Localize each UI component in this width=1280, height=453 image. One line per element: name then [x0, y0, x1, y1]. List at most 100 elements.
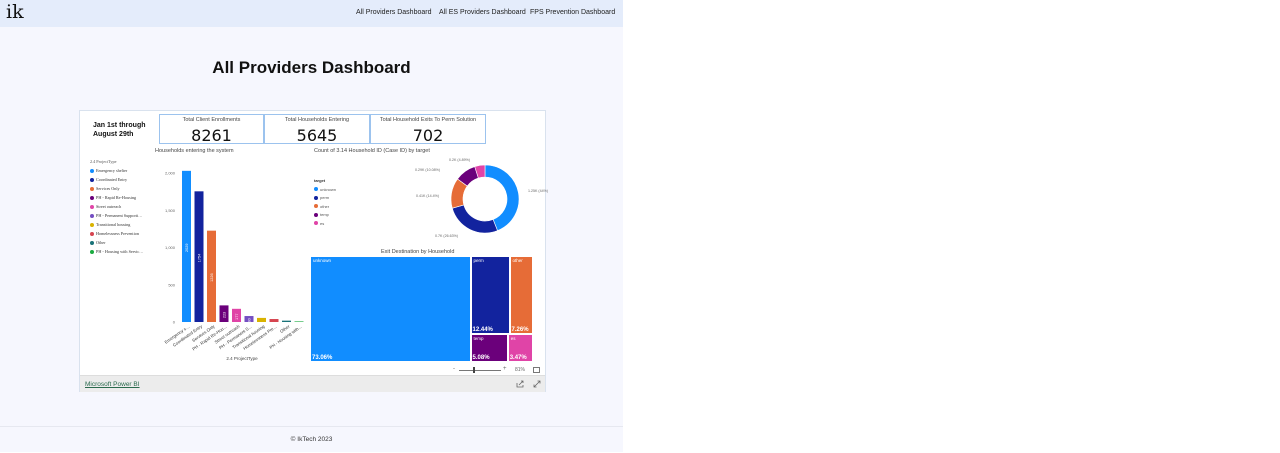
donut-chart-title: Count of 3.14 Household ID (Case ID) by …	[314, 148, 430, 154]
nav-link-all-providers[interactable]: All Providers Dashboard	[356, 9, 431, 16]
treemap-cell-label: temp	[473, 335, 484, 341]
treemap-cell-other[interactable]: other 7.26%	[510, 257, 532, 334]
nav-link-fps-prevention[interactable]: FPS Prevention Dashboard	[530, 9, 615, 16]
report-canvas: Jan 1st through August 29th Total Client…	[80, 111, 548, 366]
fit-to-page-icon[interactable]	[533, 367, 540, 373]
y-tick-label: 1,000	[165, 245, 176, 250]
legend-swatch	[90, 187, 94, 192]
bar	[257, 317, 266, 322]
bar-data-label: 2029	[185, 243, 189, 251]
project-legend-item[interactable]: Services Only	[90, 184, 143, 193]
kpi-card-perm-exits[interactable]: Total Household Exits To Perm Solution 7…	[370, 114, 486, 145]
bar	[269, 319, 279, 322]
bar	[282, 320, 291, 322]
project-legend-item[interactable]: Coordinated Entry	[90, 175, 143, 184]
kpi-value: 702	[412, 126, 444, 145]
project-legend-item[interactable]: PH - Rapid Re-Housing	[90, 193, 143, 202]
treemap-cell-label: perm	[473, 258, 484, 263]
date-range-text: Jan 1st through August 29th	[93, 121, 146, 139]
powerbi-link[interactable]: Microsoft Power BI	[85, 381, 140, 388]
y-tick-label: 500	[168, 282, 175, 287]
treemap-cell-label: other	[512, 258, 523, 263]
x-axis-title: 2.4 ProjectType	[226, 356, 258, 361]
zoom-slider-track[interactable]	[459, 370, 501, 371]
treemap-cell-percent: 73.06%	[312, 355, 333, 361]
donut-data-label: 0.41K (14.4%)	[416, 194, 439, 198]
legend-swatch	[90, 205, 94, 210]
top-navbar: ik All Providers Dashboard All ES Provid…	[0, 0, 623, 27]
legend-label: Other	[96, 240, 106, 245]
zoom-out-button[interactable]: -	[453, 366, 455, 372]
project-legend-item[interactable]: Homelessness Prevention	[90, 229, 143, 238]
zoom-in-button[interactable]: +	[503, 366, 507, 372]
treemap-cell-temp[interactable]: temp 5.08%	[471, 334, 508, 361]
bar-data-label: 223	[222, 312, 226, 318]
donut-data-label: 1.25K (44%)	[528, 189, 548, 193]
site-footer: © IkTech 2023	[0, 426, 623, 453]
y-tick-label: 1,500	[165, 208, 176, 213]
donut-data-label: 0.7K (26.63%)	[435, 234, 458, 238]
legend-title: 2.4 ProjectType	[90, 159, 117, 164]
project-legend-item[interactable]: Street outreach	[90, 202, 143, 211]
project-legend-item[interactable]: Other	[90, 238, 143, 247]
project-legend-item[interactable]: PH - Permanent Supporti…	[90, 211, 143, 220]
powerbi-footer-bar: Microsoft Power BI	[80, 375, 545, 392]
treemap-cell-label: es	[510, 335, 516, 341]
site-page: ik All Providers Dashboard All ES Provid…	[0, 0, 623, 452]
legend-swatch	[90, 169, 94, 174]
treemap-title: Exit Destination by Household	[381, 249, 455, 255]
legend-label: PH - Rapid Re-Housing	[96, 195, 137, 200]
site-logo[interactable]: ik	[6, 1, 24, 23]
copyright-text: © IkTech 2023	[290, 436, 333, 443]
zoom-bar: - + 81%	[80, 366, 545, 375]
exit-destination-treemap[interactable]: unknown 73.06% perm 12.44% other 7.26% temp 5.0…	[311, 257, 532, 361]
treemap-cell-es[interactable]: es 3.47%	[508, 334, 532, 361]
legend-swatch	[90, 223, 94, 228]
legend-label: Homelessness Prevention	[96, 231, 139, 236]
bar-data-label: 80	[247, 318, 251, 322]
legend-swatch	[90, 250, 94, 255]
kpi-card-client-enrollments[interactable]: Total Client Enrollments 8261	[159, 114, 264, 145]
legend-label: Street outreach	[96, 204, 122, 209]
legend-swatch	[90, 214, 94, 219]
kpi-card-households-entering[interactable]: Total Households Entering 5645	[264, 114, 370, 145]
legend-swatch	[90, 196, 94, 201]
donut-slice	[451, 204, 498, 234]
donut-chart[interactable]: 1.25K (44%) 0.7K (26.63%) 0.41K (14.4%) 0.2…	[310, 155, 548, 250]
share-icon[interactable]	[516, 380, 524, 388]
date-range-line-1: Jan 1st through	[93, 122, 146, 129]
kpi-label: Total Household Exits To Perm Solution	[379, 117, 477, 123]
kpi-label: Total Client Enrollments	[182, 117, 241, 123]
nav-link-all-es-providers[interactable]: All ES Providers Dashboard	[439, 9, 526, 16]
y-tick-label: 2,000	[165, 171, 176, 176]
treemap-cell-percent: 3.47%	[509, 354, 527, 361]
legend-label: Services Only	[96, 186, 120, 191]
zoom-level: 81%	[515, 367, 526, 373]
donut-data-label: 0.2K (4.89%)	[449, 158, 470, 162]
project-legend-item[interactable]: Transitional housing	[90, 220, 143, 229]
y-tick-label: 0	[173, 320, 176, 325]
legend-label: Emergency shelter	[96, 168, 128, 173]
zoom-slider-thumb[interactable]	[473, 367, 475, 373]
page-title: All Providers Dashboard	[212, 58, 411, 77]
bar-chart[interactable]: 05001,0001,5002,0002029Emergency s…1754C…	[140, 151, 304, 371]
bar-data-label: 1226	[210, 273, 214, 281]
treemap-cell-label: unknown	[313, 258, 332, 263]
legend-label: Transitional housing	[96, 222, 131, 227]
legend-label: PH - Housing with Servic…	[96, 249, 144, 254]
bar	[294, 321, 304, 322]
project-legend-item[interactable]: Emergency shelter	[90, 166, 143, 175]
legend-swatch	[90, 241, 94, 246]
treemap-cell-unknown[interactable]: unknown 73.06%	[311, 257, 471, 361]
donut-data-label: 0.29K (10.08%)	[415, 168, 440, 172]
treemap-cell-perm[interactable]: perm 12.44%	[471, 257, 510, 334]
project-type-legend: 2.4 ProjectType Emergency shelter Coordin…	[90, 157, 143, 256]
treemap-cell-percent: 7.26%	[511, 327, 529, 334]
fullscreen-icon[interactable]	[533, 380, 541, 388]
project-legend-item[interactable]: PH - Housing with Servic…	[90, 247, 143, 256]
kpi-value: 8261	[191, 126, 232, 145]
kpi-label: Total Households Entering	[284, 117, 350, 123]
legend-label: Coordinated Entry	[96, 177, 128, 182]
treemap-cell-percent: 12.44%	[472, 327, 493, 334]
legend-label: PH - Permanent Supporti…	[96, 213, 143, 218]
